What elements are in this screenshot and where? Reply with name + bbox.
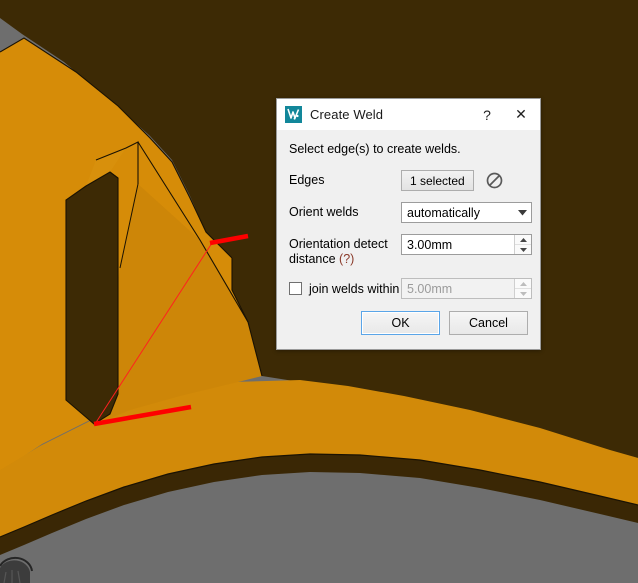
orient-welds-control: automatically	[401, 202, 532, 223]
instruction-text: Select edge(s) to create welds.	[289, 142, 461, 156]
join-welds-spin-buttons	[514, 279, 531, 298]
orientation-distance-value[interactable]: 3.00mm	[402, 235, 514, 254]
edges-control: 1 selected	[401, 170, 528, 191]
join-welds-stepper: 5.00mm	[401, 278, 532, 299]
orientation-distance-label-line2: distance	[289, 252, 340, 266]
orientation-distance-spin-buttons	[514, 235, 531, 254]
dialog-footer: OK Cancel	[277, 297, 540, 349]
spin-up-icon-disabled	[515, 279, 531, 289]
help-button[interactable]: ?	[470, 100, 504, 129]
chevron-down-icon	[514, 209, 531, 216]
orientation-distance-control: 3.00mm	[401, 234, 532, 255]
field-row-orientation-distance: Orientation detect distance (?) 3.00mm	[289, 234, 532, 267]
close-icon[interactable]: ✕	[504, 100, 538, 129]
face-rib-shaded	[66, 172, 118, 424]
join-welds-checkbox-wrap: join welds within	[289, 282, 401, 296]
ok-button[interactable]: OK	[361, 311, 440, 335]
application-window: Create Weld ? ✕ Select edge(s) to create…	[0, 0, 638, 583]
create-weld-dialog: Create Weld ? ✕ Select edge(s) to create…	[276, 98, 541, 350]
join-welds-label[interactable]: join welds within	[309, 282, 399, 296]
join-welds-value: 5.00mm	[407, 281, 453, 296]
join-welds-control: 5.00mm	[401, 278, 532, 299]
field-row-edges: Edges 1 selected	[289, 170, 528, 191]
field-row-orient-welds: Orient welds automatically	[289, 202, 532, 223]
orient-welds-label: Orient welds	[289, 205, 359, 219]
dialog-body: Select edge(s) to create welds. Edges 1 …	[277, 130, 540, 299]
orientation-distance-label: Orientation detect distance (?)	[289, 234, 401, 267]
field-row-join-welds: join welds within 5.00mm	[289, 278, 532, 299]
no-selection-icon[interactable]	[486, 172, 503, 189]
orientation-distance-stepper[interactable]: 3.00mm	[401, 234, 532, 255]
dialog-titlebar[interactable]: Create Weld ? ✕	[277, 99, 540, 130]
join-welds-checkbox[interactable]	[289, 282, 302, 295]
orient-welds-value: automatically	[407, 205, 480, 220]
edges-select-button[interactable]: 1 selected	[401, 170, 474, 191]
orient-welds-dropdown[interactable]: automatically	[401, 202, 532, 223]
weld-app-icon	[285, 106, 302, 123]
orientation-distance-hint[interactable]: (?)	[339, 252, 354, 266]
orientation-distance-label-line1: Orientation detect	[289, 237, 388, 251]
spin-up-icon[interactable]	[515, 235, 531, 245]
edges-label: Edges	[289, 173, 325, 187]
dialog-title: Create Weld	[310, 107, 384, 122]
bolt-head-partial	[0, 556, 33, 583]
spin-down-icon[interactable]	[515, 245, 531, 254]
cancel-button[interactable]: Cancel	[449, 311, 528, 335]
